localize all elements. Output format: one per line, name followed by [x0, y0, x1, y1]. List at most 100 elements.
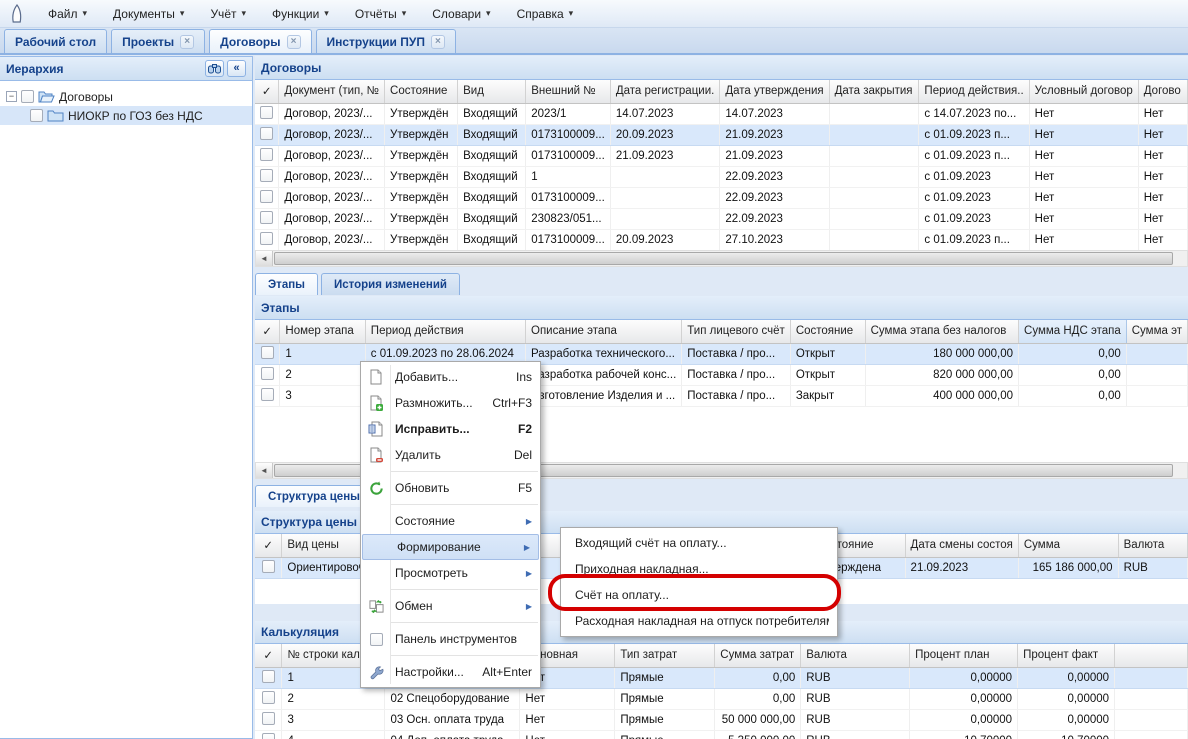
cell[interactable]: Поставка / про... [682, 343, 791, 364]
cell[interactable]: Прямые [615, 688, 715, 709]
cell[interactable]: Нет [1029, 145, 1138, 166]
cell[interactable]: 0173100009... [526, 145, 611, 166]
cell[interactable]: Нет [520, 709, 615, 730]
cell[interactable]: 14.07.2023 [720, 103, 829, 124]
cell[interactable]: 5 350 000,00 [715, 730, 801, 739]
cell[interactable]: 4 [282, 730, 385, 739]
cell[interactable]: Нет [1138, 145, 1187, 166]
menu-item-view[interactable]: Просмотреть▶ [361, 560, 540, 586]
table-row[interactable]: Договор, 2023/...УтверждёнВходящий230823… [255, 208, 1188, 229]
cell[interactable]: Договор, 2023/... [279, 208, 385, 229]
checkbox[interactable] [21, 90, 34, 103]
cell[interactable] [829, 208, 919, 229]
cell[interactable]: с 01.09.2023 п... [919, 145, 1029, 166]
cell[interactable] [255, 364, 280, 385]
cell[interactable]: 400 000 000,00 [865, 385, 1018, 406]
column-header[interactable]: Дата закрытия [829, 80, 919, 103]
column-header[interactable]: Процент план [910, 644, 1018, 667]
cell[interactable]: Нет [1138, 229, 1187, 250]
cell[interactable]: Входящий [458, 208, 526, 229]
checkbox[interactable] [260, 148, 273, 161]
cell[interactable]: 820 000 000,00 [865, 364, 1018, 385]
cell[interactable]: 0173100009... [526, 124, 611, 145]
menu-item-add[interactable]: Добавить...Ins [361, 364, 540, 390]
cell[interactable]: Нет [1029, 208, 1138, 229]
cell[interactable]: 165 186 000,00 [1018, 557, 1118, 578]
table-row-selected[interactable]: Договор, 2023/...УтверждёнВходящий017310… [255, 124, 1188, 145]
cell[interactable]: Нет [1138, 124, 1187, 145]
cell[interactable]: 03 Осн. оплата труда [385, 709, 520, 730]
cell[interactable]: 22.09.2023 [720, 166, 829, 187]
cell[interactable]: 0,00 [1019, 385, 1127, 406]
cell[interactable]: 21.09.2023 [610, 145, 720, 166]
cell[interactable]: с 14.07.2023 по... [919, 103, 1029, 124]
cell[interactable] [1126, 343, 1187, 364]
cell[interactable]: 0,00000 [1018, 667, 1115, 688]
column-header[interactable]: Догово [1138, 80, 1187, 103]
column-header[interactable]: Состояние [790, 320, 865, 343]
cell[interactable]: 21.09.2023 [720, 145, 829, 166]
column-header[interactable]: Тип затрат [615, 644, 715, 667]
select-all-header[interactable]: ✓ [255, 644, 282, 667]
cell[interactable]: 21.09.2023 [720, 124, 829, 145]
cell[interactable] [829, 103, 919, 124]
checkbox[interactable] [261, 346, 274, 359]
cell[interactable]: Утверждён [385, 208, 458, 229]
cell[interactable] [255, 166, 279, 187]
tree-node-contracts[interactable]: − Договоры [0, 87, 252, 106]
cell[interactable]: 10,70000 [1018, 730, 1115, 739]
checkbox[interactable] [262, 733, 275, 739]
menu-item-exchange[interactable]: Обмен▶ [361, 593, 540, 619]
cell[interactable]: Утверждён [385, 103, 458, 124]
cell[interactable]: 2 [280, 364, 365, 385]
cell[interactable]: Нет [1029, 187, 1138, 208]
cell[interactable]: Открыт [790, 343, 865, 364]
cell[interactable] [610, 187, 720, 208]
column-header[interactable]: Документ (тип, № [279, 80, 385, 103]
cell[interactable]: Нет [1138, 103, 1187, 124]
table-row[interactable]: Договор, 2023/...УтверждёнВходящий017310… [255, 187, 1188, 208]
cell[interactable]: Нет [1138, 187, 1187, 208]
cell[interactable] [610, 208, 720, 229]
tab-projects[interactable]: Проекты× [111, 29, 205, 53]
cell[interactable]: Утверждён [385, 124, 458, 145]
contracts-hscrollbar[interactable]: ◄ [255, 250, 1188, 267]
menu-reports[interactable]: Отчёты▾ [343, 3, 418, 25]
cell[interactable] [829, 166, 919, 187]
cell[interactable]: 3 [280, 385, 365, 406]
cell[interactable] [829, 124, 919, 145]
close-icon[interactable]: × [180, 35, 194, 49]
cell[interactable] [829, 145, 919, 166]
checkbox[interactable] [260, 190, 273, 203]
cell[interactable]: с 01.09.2023 п... [919, 124, 1029, 145]
cell[interactable]: 2023/1 [526, 103, 611, 124]
tab-desktop[interactable]: Рабочий стол [4, 29, 107, 53]
cell[interactable]: Нет [1029, 229, 1138, 250]
tab-price-structure[interactable]: Структура цены [255, 485, 373, 507]
cell[interactable]: RUB [801, 709, 910, 730]
submenu-item-incoming-invoice[interactable]: Входящий счёт на оплату... [561, 530, 837, 556]
column-header[interactable]: Сумма эт [1126, 320, 1187, 343]
cell[interactable]: 0,00000 [1018, 709, 1115, 730]
cell[interactable]: Изготовление Изделия и ... [526, 385, 682, 406]
cell[interactable]: Договор, 2023/... [279, 229, 385, 250]
checkbox[interactable] [261, 367, 274, 380]
column-header[interactable]: Валюта [801, 644, 910, 667]
cell[interactable]: Утверждён [385, 229, 458, 250]
checkbox[interactable] [262, 670, 275, 683]
tab-pup-instructions[interactable]: Инструкции ПУП× [316, 29, 456, 53]
cell[interactable]: Договор, 2023/... [279, 103, 385, 124]
cell[interactable]: Входящий [458, 145, 526, 166]
cell[interactable]: Входящий [458, 124, 526, 145]
cell[interactable]: Утверждён [385, 166, 458, 187]
table-row[interactable]: 202 СпецоборудованиеНетПрямые0,00RUB0,00… [255, 688, 1188, 709]
cell[interactable] [255, 557, 282, 578]
cell[interactable]: 0,00 [1019, 343, 1127, 364]
column-header[interactable]: Условный договор [1029, 80, 1138, 103]
checkbox[interactable] [260, 232, 273, 245]
cell[interactable]: Входящий [458, 187, 526, 208]
cell[interactable] [255, 208, 279, 229]
cell[interactable]: Открыт [790, 364, 865, 385]
tree-node-niokr[interactable]: НИОКР по ГОЗ без НДС [0, 106, 252, 125]
menu-item-toolbar[interactable]: Панель инструментов [361, 626, 540, 652]
